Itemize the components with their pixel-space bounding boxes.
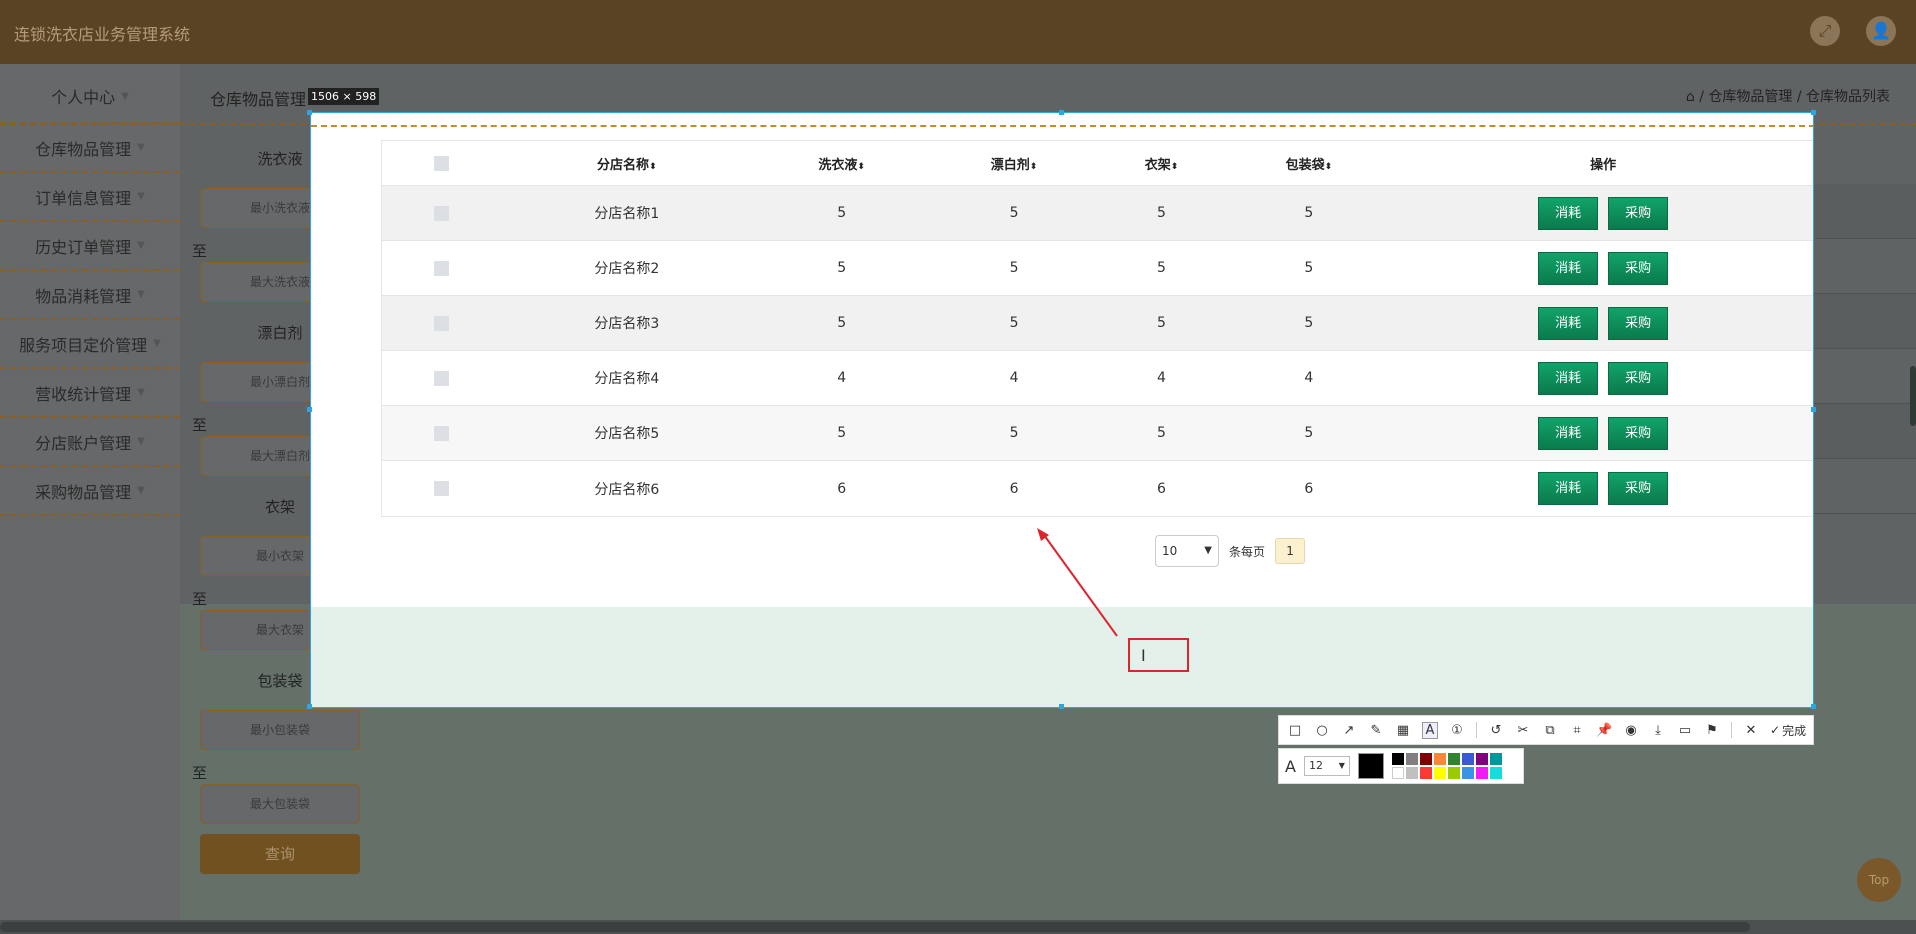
color-swatch[interactable] bbox=[1405, 767, 1418, 779]
color-swatch[interactable] bbox=[1489, 767, 1502, 779]
color-swatch[interactable] bbox=[1419, 753, 1432, 765]
color-swatch[interactable] bbox=[1489, 753, 1502, 765]
color-swatch[interactable] bbox=[1461, 753, 1474, 765]
current-color-swatch[interactable] bbox=[1357, 753, 1384, 779]
font-icon: A bbox=[1285, 756, 1296, 776]
back-to-top-button[interactable]: Top bbox=[1857, 858, 1901, 902]
text-annotation-box[interactable] bbox=[1128, 638, 1189, 672]
color-swatch[interactable] bbox=[1475, 753, 1488, 765]
check-icon: ✓ bbox=[1770, 723, 1781, 737]
scrollbar-thumb[interactable] bbox=[0, 922, 1750, 932]
color-swatch[interactable] bbox=[1461, 767, 1474, 779]
scissors-icon[interactable]: ✂ bbox=[1515, 723, 1531, 738]
color-swatch[interactable] bbox=[1475, 767, 1488, 779]
save-icon[interactable]: ▭ bbox=[1677, 723, 1693, 738]
color-palette bbox=[1391, 753, 1502, 779]
font-size-select[interactable]: 12 ▼ bbox=[1303, 756, 1350, 776]
text-tool-icon[interactable]: A bbox=[1422, 721, 1438, 739]
record-icon[interactable]: ◉ bbox=[1623, 723, 1639, 738]
mosaic-tool-icon[interactable]: ▦ bbox=[1395, 723, 1411, 738]
color-swatch[interactable] bbox=[1405, 753, 1418, 765]
pin-icon[interactable]: 📌 bbox=[1596, 723, 1612, 738]
rectangle-tool-icon[interactable]: □ bbox=[1287, 723, 1303, 738]
undo-icon[interactable]: ↺ bbox=[1488, 723, 1504, 738]
pen-tool-icon[interactable]: ✎ bbox=[1368, 723, 1384, 738]
bookmark-icon[interactable]: ⚑ bbox=[1704, 723, 1720, 738]
text-style-toolbar: A 12 ▼ bbox=[1278, 748, 1524, 784]
color-swatch[interactable] bbox=[1447, 753, 1460, 765]
close-icon[interactable]: ✕ bbox=[1743, 723, 1759, 738]
color-swatch[interactable] bbox=[1433, 767, 1446, 779]
color-swatch[interactable] bbox=[1391, 753, 1404, 765]
arrow-tool-icon[interactable]: ↗ bbox=[1341, 723, 1357, 738]
annotation-toolbar: □ ○ ↗ ✎ ▦ A ① ↺ ✂ ⧉ ⌗ 📌 ◉ ⤓ ▭ ⚑ ✕ ✓ 完成 bbox=[1278, 715, 1814, 745]
text-cursor-icon: I bbox=[1141, 646, 1146, 665]
color-swatch[interactable] bbox=[1419, 767, 1432, 779]
ocr-icon[interactable]: ⧉ bbox=[1542, 723, 1558, 738]
color-swatch[interactable] bbox=[1433, 753, 1446, 765]
ellipse-tool-icon[interactable]: ○ bbox=[1314, 723, 1330, 738]
number-tool-icon[interactable]: ① bbox=[1449, 723, 1465, 738]
annotation-arrow bbox=[1037, 528, 1118, 637]
translate-icon[interactable]: ⌗ bbox=[1569, 723, 1585, 738]
chevron-down-icon: ▼ bbox=[1338, 761, 1345, 770]
download-icon[interactable]: ⤓ bbox=[1650, 723, 1666, 738]
color-swatch[interactable] bbox=[1447, 767, 1460, 779]
color-swatch[interactable] bbox=[1391, 767, 1404, 779]
done-button[interactable]: ✓ 完成 bbox=[1770, 722, 1806, 739]
